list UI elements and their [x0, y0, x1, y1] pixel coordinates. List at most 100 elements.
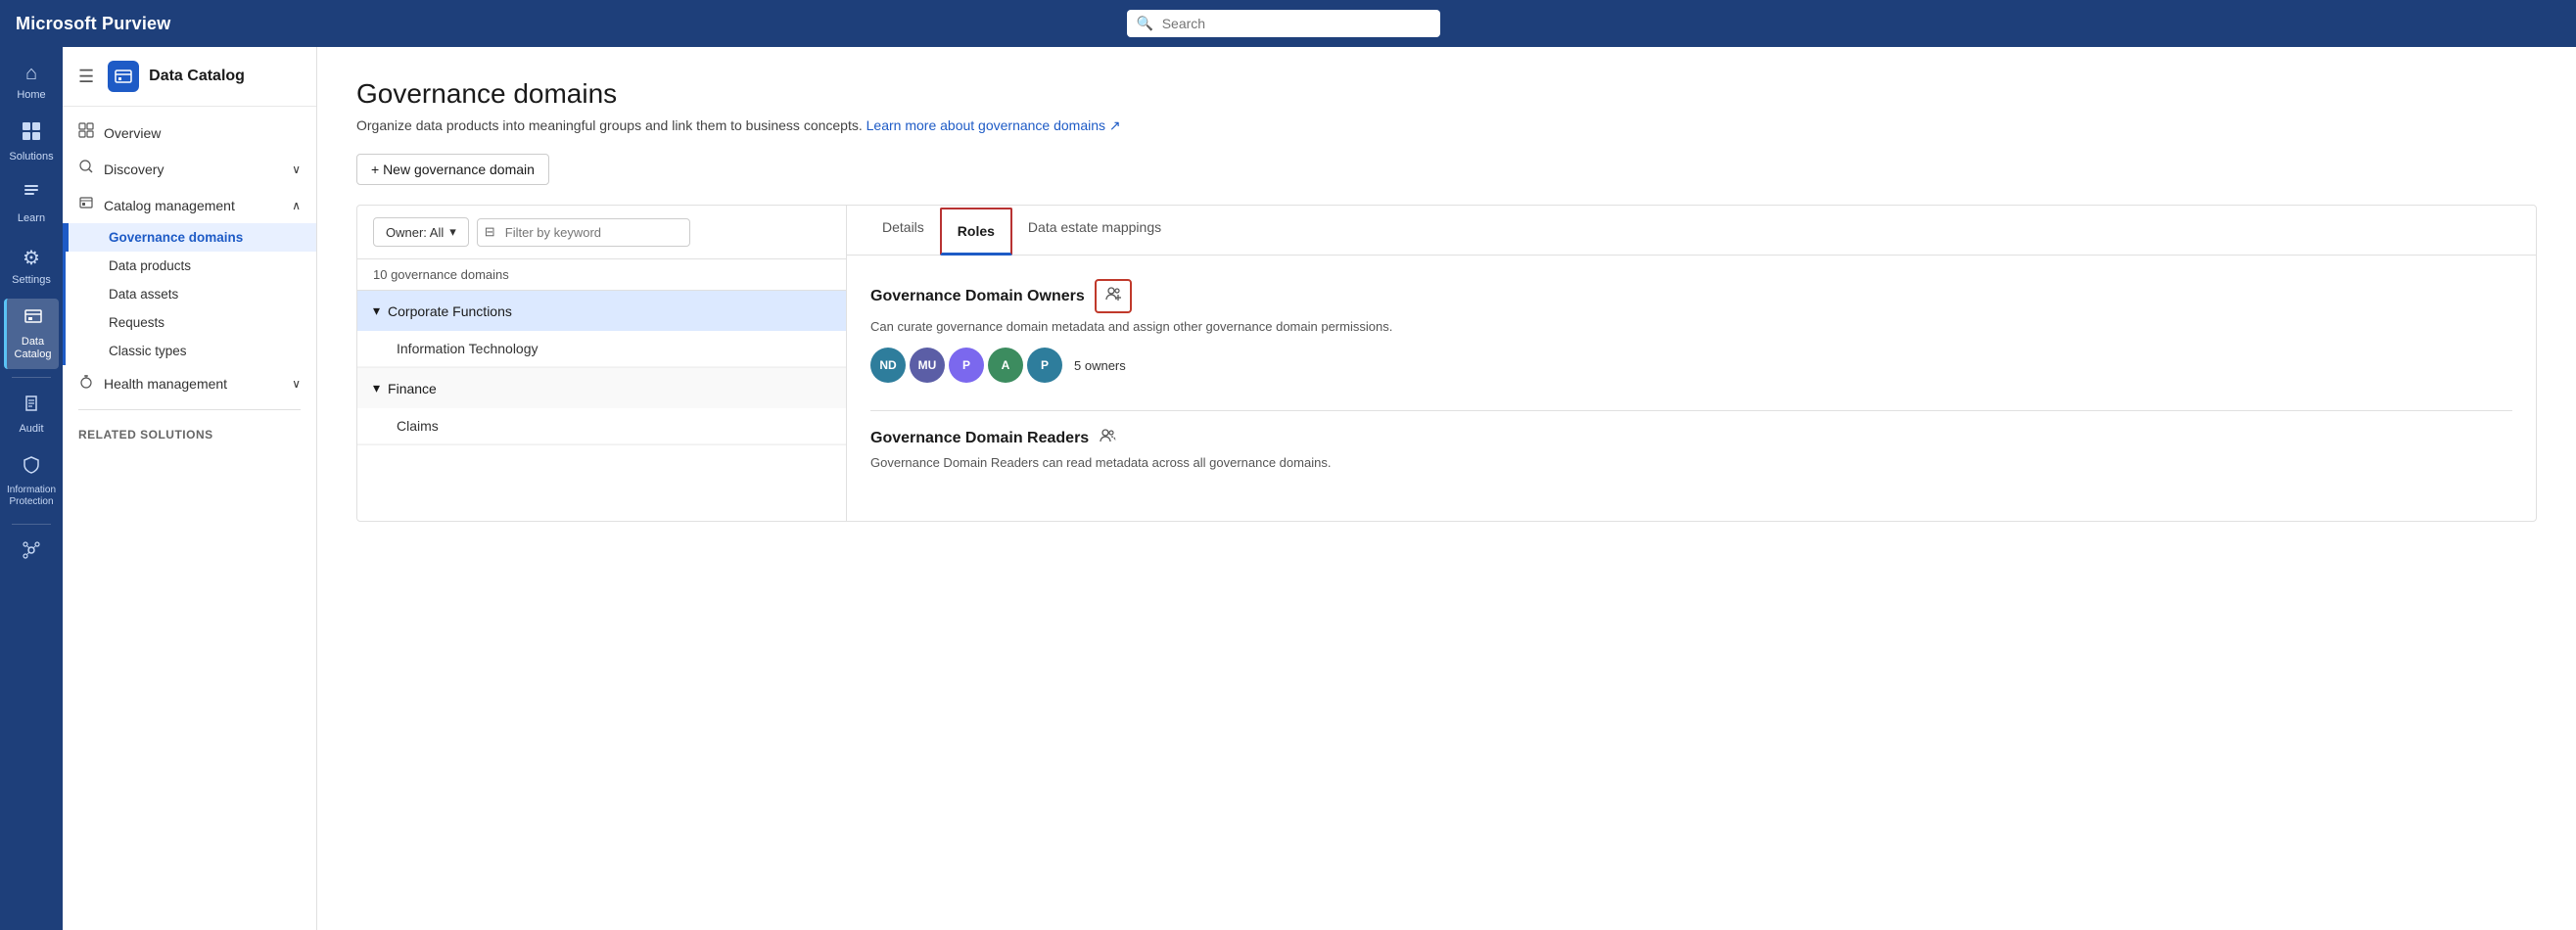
- sidebar-title: Data Catalog: [149, 68, 245, 85]
- domain-count: 10 governance domains: [357, 259, 846, 291]
- settings-icon: ⚙: [23, 246, 40, 270]
- sidebar-sub-data-products[interactable]: Data products: [66, 252, 316, 280]
- corporate-functions-label: Corporate Functions: [388, 303, 512, 319]
- sidebar-item-learn[interactable]: Learn: [4, 175, 59, 233]
- keyword-filter-input[interactable]: [477, 218, 690, 247]
- readers-section: Governance Domain Readers Governanc: [870, 427, 2512, 470]
- tab-roles[interactable]: Roles: [940, 208, 1012, 256]
- new-governance-domain-button[interactable]: + New governance domain: [356, 154, 549, 185]
- solutions-icon: [22, 121, 41, 147]
- audit-label: Audit: [19, 423, 43, 436]
- main-layout: ⌂ Home Solutions Lear: [0, 47, 2576, 930]
- solutions-label: Solutions: [9, 151, 53, 163]
- sidebar: ☰ Data Catalog: [63, 47, 317, 930]
- topbar: Microsoft Purview 🔍: [0, 0, 2576, 47]
- roles-divider: [870, 410, 2512, 411]
- domain-child-information-technology[interactable]: Information Technology: [357, 331, 846, 367]
- owners-title-row: Governance Domain Owners: [870, 279, 2512, 313]
- catalog-mgmt-label: Catalog management: [104, 198, 235, 213]
- domain-child-claims[interactable]: Claims: [357, 408, 846, 444]
- details-panel: Details Roles Data estate mappings Gover…: [847, 206, 2536, 521]
- avatar-nd: ND: [870, 348, 906, 383]
- domain-group-corporate-functions: ▾ Corporate Functions Information Techno…: [357, 291, 846, 368]
- owners-section: Governance Domain Owners: [870, 279, 2512, 383]
- subtitle-text: Organize data products into meaningful g…: [356, 117, 863, 133]
- data-assets-label: Data assets: [109, 287, 178, 302]
- catalog-mgmt-chevron: ∧: [292, 199, 301, 212]
- home-label: Home: [17, 89, 45, 102]
- sidebar-logo-icon: [108, 61, 139, 92]
- info-protection-icon: [22, 455, 41, 481]
- domain-group-header-finance[interactable]: ▾ Finance: [357, 368, 846, 408]
- page-title: Governance domains: [356, 78, 2537, 110]
- learn-more-link[interactable]: Learn more about governance domains ↗: [866, 117, 1121, 133]
- owners-count: 5 owners: [1074, 358, 1126, 373]
- claims-label: Claims: [397, 418, 439, 434]
- search-icon: 🔍: [1137, 16, 1153, 32]
- sidebar-header: ☰ Data Catalog: [63, 47, 316, 107]
- sidebar-sub-data-assets[interactable]: Data assets: [66, 280, 316, 308]
- requests-label: Requests: [109, 315, 164, 330]
- avatar-mu: MU: [910, 348, 945, 383]
- sidebar-item-catalog-management[interactable]: Catalog management ∧: [63, 187, 316, 223]
- owners-description: Can curate governance domain metadata an…: [870, 319, 2512, 334]
- discovery-label: Discovery: [104, 162, 164, 177]
- governance-domains-label: Governance domains: [109, 230, 243, 245]
- sidebar-item-info-protection[interactable]: Information Protection: [4, 447, 59, 516]
- sidebar-item-health-management[interactable]: Health management ∨: [63, 365, 316, 401]
- owner-filter-label: Owner: All: [386, 225, 444, 240]
- classic-types-label: Classic types: [109, 344, 187, 358]
- network-icon: [22, 540, 41, 566]
- icon-nav: ⌂ Home Solutions Lear: [0, 47, 63, 930]
- readers-title-row: Governance Domain Readers: [870, 427, 2512, 449]
- details-content: Governance Domain Owners: [847, 256, 2536, 521]
- filter-funnel-icon: ⊟: [485, 224, 495, 240]
- sidebar-item-home[interactable]: ⌂ Home: [4, 55, 59, 110]
- health-mgmt-label: Health management: [104, 376, 227, 392]
- keyword-filter-wrap: ⊟: [477, 218, 830, 247]
- app-logo: Microsoft Purview: [16, 14, 170, 34]
- sidebar-item-audit[interactable]: Audit: [4, 386, 59, 443]
- sidebar-item-data-catalog[interactable]: Data Catalog: [4, 299, 59, 369]
- sidebar-divider: [78, 409, 301, 410]
- related-solutions-label: Related solutions: [63, 418, 316, 445]
- owners-avatars: ND MU P A P 5 owners: [870, 348, 2512, 383]
- readers-title: Governance Domain Readers: [870, 430, 1089, 447]
- data-catalog-icon: [23, 306, 43, 332]
- sidebar-item-overview[interactable]: Overview: [63, 115, 316, 151]
- search-input[interactable]: [1127, 10, 1440, 37]
- sidebar-item-solutions[interactable]: Solutions: [4, 114, 59, 171]
- readers-icon: [1099, 427, 1118, 449]
- readers-description: Governance Domain Readers can read metad…: [870, 455, 2512, 470]
- sidebar-sub-governance-domains[interactable]: Governance domains: [66, 223, 316, 252]
- owner-filter-button[interactable]: Owner: All ▾: [373, 217, 469, 247]
- sidebar-sub-classic-types[interactable]: Classic types: [66, 337, 316, 365]
- corporate-functions-chevron-icon: ▾: [373, 302, 380, 319]
- discovery-chevron: ∨: [292, 163, 301, 176]
- content-area: Governance domains Organize data product…: [317, 47, 2576, 930]
- page-toolbar: + New governance domain: [356, 154, 2537, 185]
- health-mgmt-icon: [78, 373, 94, 394]
- learn-icon: [22, 183, 41, 209]
- avatar-a: A: [988, 348, 1023, 383]
- hamburger-menu[interactable]: ☰: [74, 63, 98, 91]
- avatar-p2: P: [1027, 348, 1062, 383]
- tab-data-estate-mappings[interactable]: Data estate mappings: [1012, 206, 1177, 256]
- nav-divider-2: [12, 524, 51, 525]
- data-catalog-label: Data Catalog: [11, 336, 55, 361]
- health-mgmt-chevron: ∨: [292, 377, 301, 391]
- domain-group-header-corporate-functions[interactable]: ▾ Corporate Functions: [357, 291, 846, 331]
- domain-group-finance: ▾ Finance Claims: [357, 368, 846, 445]
- finance-chevron-icon: ▾: [373, 380, 380, 396]
- sidebar-item-network[interactable]: [4, 533, 59, 574]
- sidebar-sub-requests[interactable]: Requests: [66, 308, 316, 337]
- sidebar-item-discovery[interactable]: Discovery ∨: [63, 151, 316, 187]
- home-icon: ⌂: [25, 63, 37, 85]
- information-technology-label: Information Technology: [397, 341, 539, 356]
- sidebar-item-settings[interactable]: ⚙ Settings: [4, 238, 59, 295]
- tabs-bar: Details Roles Data estate mappings: [847, 206, 2536, 256]
- discovery-icon: [78, 159, 94, 179]
- finance-label: Finance: [388, 381, 437, 396]
- tab-details[interactable]: Details: [866, 206, 940, 256]
- add-owners-button[interactable]: [1095, 279, 1132, 313]
